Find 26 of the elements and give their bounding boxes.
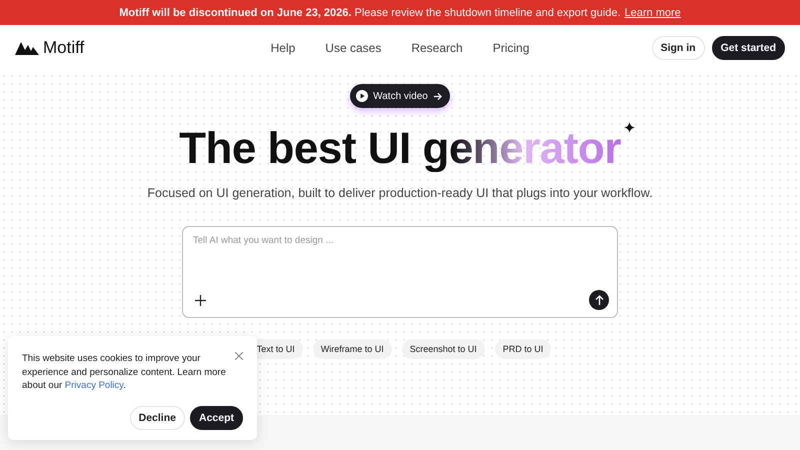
logo-icon [15,40,39,54]
hero-subtitle: Focused on UI generation, built to deliver production-ready UI that plugs into your workflow. [147,186,653,200]
play-icon [356,90,368,102]
nav-link[interactable]: Pricing [492,40,530,54]
nav-link[interactable]: Use cases [325,40,382,54]
nav-link[interactable]: Research [411,40,463,54]
accept-button[interactable]: Accept [190,406,243,430]
cookie-text: This website uses cookies to improve your experience and personalize content. Learn more about our Privacy Policy. [22,352,227,392]
suggestion-chip[interactable]: Screenshot to UI [402,339,485,360]
suggestion-chip[interactable]: PRD to UI [494,339,552,360]
suggestion-chip[interactable]: Wireframe to UI [312,339,392,360]
decline-button[interactable]: Decline [130,406,185,430]
sign-in-button[interactable]: Sign in [652,36,705,60]
watch-video-button[interactable]: Watch video [350,84,450,108]
get-started-button[interactable]: Get started [712,36,785,60]
sparkle-icon [624,122,635,133]
banner-text: Motiff will be discontinued on June 23, 2026. Please review the shutdown timeline and export guide. [119,6,621,18]
send-button[interactable] [589,290,609,310]
plus-icon[interactable] [195,294,206,306]
arrow-right-icon [432,92,442,100]
arrow-up-icon [594,295,604,306]
privacy-policy-link[interactable]: Privacy Policy [64,380,124,391]
learn-more-link[interactable]: Learn more [624,6,681,18]
logo-text: Motiff [43,38,84,58]
close-icon[interactable] [235,352,243,360]
nav-link[interactable]: Help [270,40,296,54]
